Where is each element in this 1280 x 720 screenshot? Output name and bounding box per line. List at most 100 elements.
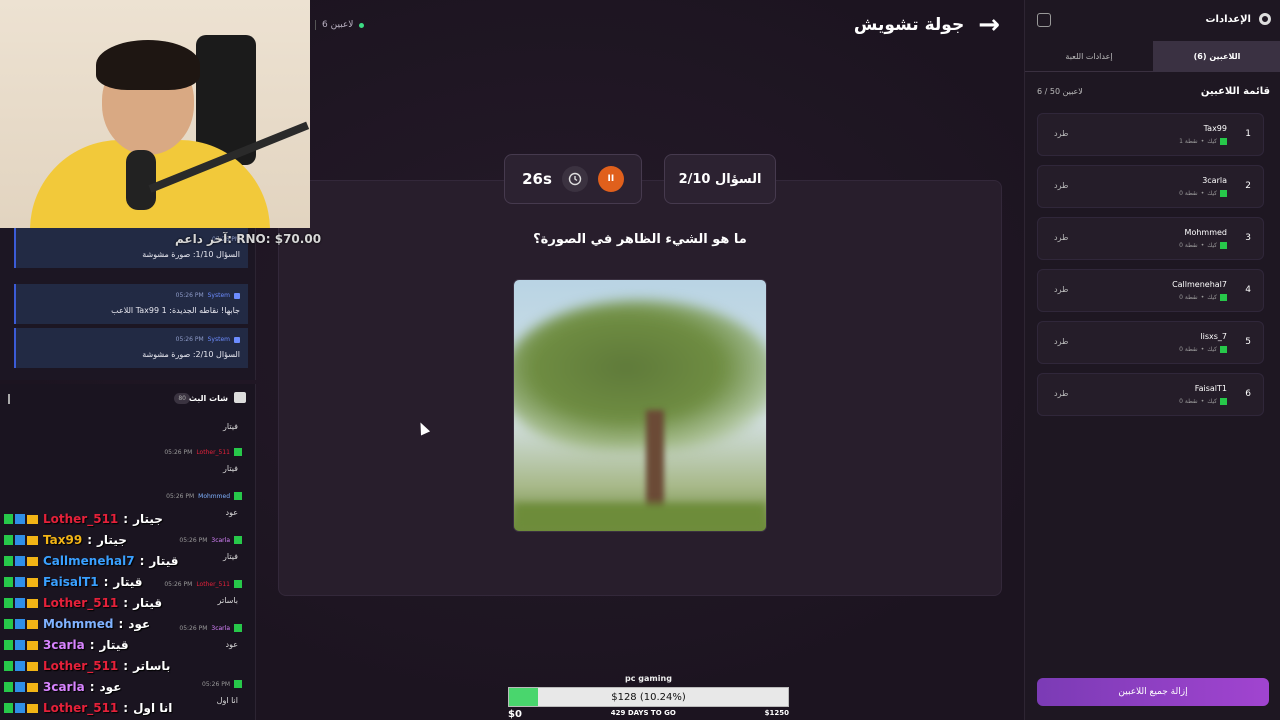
booster-badge-icon: [15, 535, 25, 545]
overlay-chat-user: Callmenehal7: [43, 554, 135, 568]
kick-player-button[interactable]: طرد: [1054, 129, 1068, 138]
tree-canopy: [514, 300, 766, 450]
dot-separator: •: [1200, 398, 1205, 405]
question-counter: السؤال 2/10: [664, 154, 776, 204]
kick-badge-icon: [234, 536, 242, 544]
separator: :: [123, 596, 129, 610]
kick-player-button[interactable]: طرد: [1054, 285, 1068, 294]
chat-user[interactable]: 3carla: [211, 537, 230, 544]
overlay-chat-line: Tax99: جيتار: [4, 531, 127, 549]
tree-trunk: [646, 410, 664, 515]
tab-game-settings[interactable]: إعدادات اللعبة: [1025, 41, 1153, 72]
player-rank: 2: [1245, 181, 1251, 191]
sender-name: System: [207, 336, 230, 343]
chat-header: 80 شات البث: [0, 384, 255, 414]
remove-all-players-button[interactable]: إزالة جميع اللاعبين: [1037, 678, 1269, 706]
kick-badge-icon: [4, 598, 13, 608]
kick-player-button[interactable]: طرد: [1054, 181, 1068, 190]
sidebar-tabs: إعدادات اللعبة اللاعبين (6): [1025, 41, 1280, 72]
tab-players[interactable]: اللاعبين (6): [1153, 41, 1280, 72]
player-platform: كيك: [1207, 294, 1217, 301]
separator: :: [123, 512, 129, 526]
system-message-text: السؤال 2/10: صورة مشوشة: [142, 350, 240, 359]
player-name: Tax99: [1203, 124, 1227, 133]
collapse-icon[interactable]: [8, 394, 20, 404]
player-row: 3 Mohmmed 0 نقطة • كيك طرد: [1037, 217, 1264, 260]
kick-player-button[interactable]: طرد: [1054, 337, 1068, 346]
chat-user[interactable]: Lother_511: [196, 449, 230, 456]
kick-badge-icon: [234, 580, 242, 588]
player-platform: كيك: [1207, 242, 1217, 249]
chat-user[interactable]: 3carla: [211, 625, 230, 632]
chat-meta: 05:26 PM Lother_511: [164, 580, 242, 588]
system-feed: 05:26 PM السؤال 1/10: صورة مشوشة 05:26 P…: [0, 228, 256, 380]
player-row: 5 lisxs_7 0 نقطة • كيك طرد: [1037, 321, 1264, 364]
chat-meta: 05:26 PM Mohmmed: [166, 492, 242, 500]
overlay-chat-user: FaisalT1: [43, 575, 99, 589]
crown-badge-icon: [27, 703, 38, 713]
system-message: 05:26 PM System السؤال 2/10: صورة مشوشة: [14, 328, 248, 368]
dot-separator: •: [1200, 294, 1205, 301]
player-name: Callmenehal7: [1172, 280, 1227, 289]
dot-separator: •: [1200, 346, 1205, 353]
overlay-chat-text: عود: [99, 680, 122, 694]
system-message-text: السؤال 1/10: صورة مشوشة: [142, 250, 240, 259]
divider: [315, 20, 317, 30]
player-points: 1 نقطة: [1179, 138, 1198, 145]
settings-sidebar: الإعدادات إعدادات اللعبة اللاعبين (6) قا…: [1024, 0, 1280, 720]
crown-badge-icon: [27, 598, 38, 608]
overlay-chat-line: Callmenehal7: قيتار: [4, 552, 178, 570]
question-text: ما هو الشيء الظاهر في الصورة؟: [533, 232, 747, 247]
player-points: 0 نقطة: [1179, 190, 1198, 197]
round-title-text: جولة تشويش: [853, 15, 965, 35]
system-meta: 05:26 PM System: [176, 336, 240, 343]
chat-text: باساتر: [217, 596, 238, 605]
chat-meta: 05:26 PM Lother_511: [164, 448, 242, 456]
players-list-count: 6 / 50 لاعبين: [1037, 87, 1083, 96]
arrow-right-icon[interactable]: →: [978, 12, 1000, 38]
sidebar-header: الإعدادات: [1025, 0, 1280, 40]
overlay-chat-text: انا اول: [133, 701, 173, 715]
verified-badge-icon: [234, 336, 240, 343]
player-name: Mohmmed: [1184, 228, 1227, 237]
player-meta: 0 نقطة • كيك: [1179, 398, 1227, 405]
kick-badge-icon: [4, 535, 13, 545]
chat-time: 05:26 PM: [179, 536, 208, 544]
overlay-chat-text: قيتار: [113, 575, 143, 589]
kick-badge-icon: [1220, 346, 1227, 353]
player-meta: 0 نقطة • كيك: [1179, 346, 1227, 353]
chat-text: عود: [225, 508, 238, 517]
kick-badge-icon: [234, 448, 242, 456]
player-rank: 1: [1245, 129, 1251, 139]
gear-icon: [1259, 13, 1271, 25]
grass-ground: [514, 503, 766, 531]
overlay-chat-line: Lother_511: جيتار: [4, 510, 163, 528]
separator: :: [123, 701, 129, 715]
kick-player-button[interactable]: طرد: [1054, 233, 1068, 242]
pause-button[interactable]: II: [597, 166, 624, 192]
kick-badge-icon: [4, 619, 13, 629]
goal-end: $1250: [764, 709, 789, 717]
kick-badge-icon: [4, 556, 13, 566]
goal-label: $128 (10.24%): [611, 691, 686, 703]
player-row: 4 Callmenehal7 0 نقطة • كيك طرد: [1037, 269, 1264, 312]
player-points: 0 نقطة: [1179, 294, 1198, 301]
overlay-chat-user: Lother_511: [43, 596, 119, 610]
goal-footer: $0 429 DAYS TO GO $1250: [508, 709, 789, 720]
overlay-chat-text: قيتار: [99, 638, 129, 652]
chat-user[interactable]: Lother_511: [196, 581, 230, 588]
chat-user[interactable]: Mohmmed: [198, 493, 230, 500]
overlay-chat-line: Mohmmed: عود: [4, 615, 150, 633]
goal-days: 429 DAYS TO GO: [610, 709, 676, 717]
chat-viewer-count: 80: [174, 393, 190, 404]
overlay-chat-text: عود: [128, 617, 151, 631]
panel-toggle-icon[interactable]: [1037, 13, 1051, 27]
booster-badge-icon: [15, 514, 25, 524]
goal-progress-bar: $128 (10.24%): [508, 687, 789, 707]
donation-goal: pc gaming $128 (10.24%) $0 429 DAYS TO G…: [508, 674, 789, 720]
crown-badge-icon: [27, 661, 38, 671]
player-platform: كيك: [1207, 138, 1217, 145]
kick-player-button[interactable]: طرد: [1054, 389, 1068, 398]
separator: :: [139, 554, 145, 568]
chat-text: فيتار: [223, 422, 238, 431]
